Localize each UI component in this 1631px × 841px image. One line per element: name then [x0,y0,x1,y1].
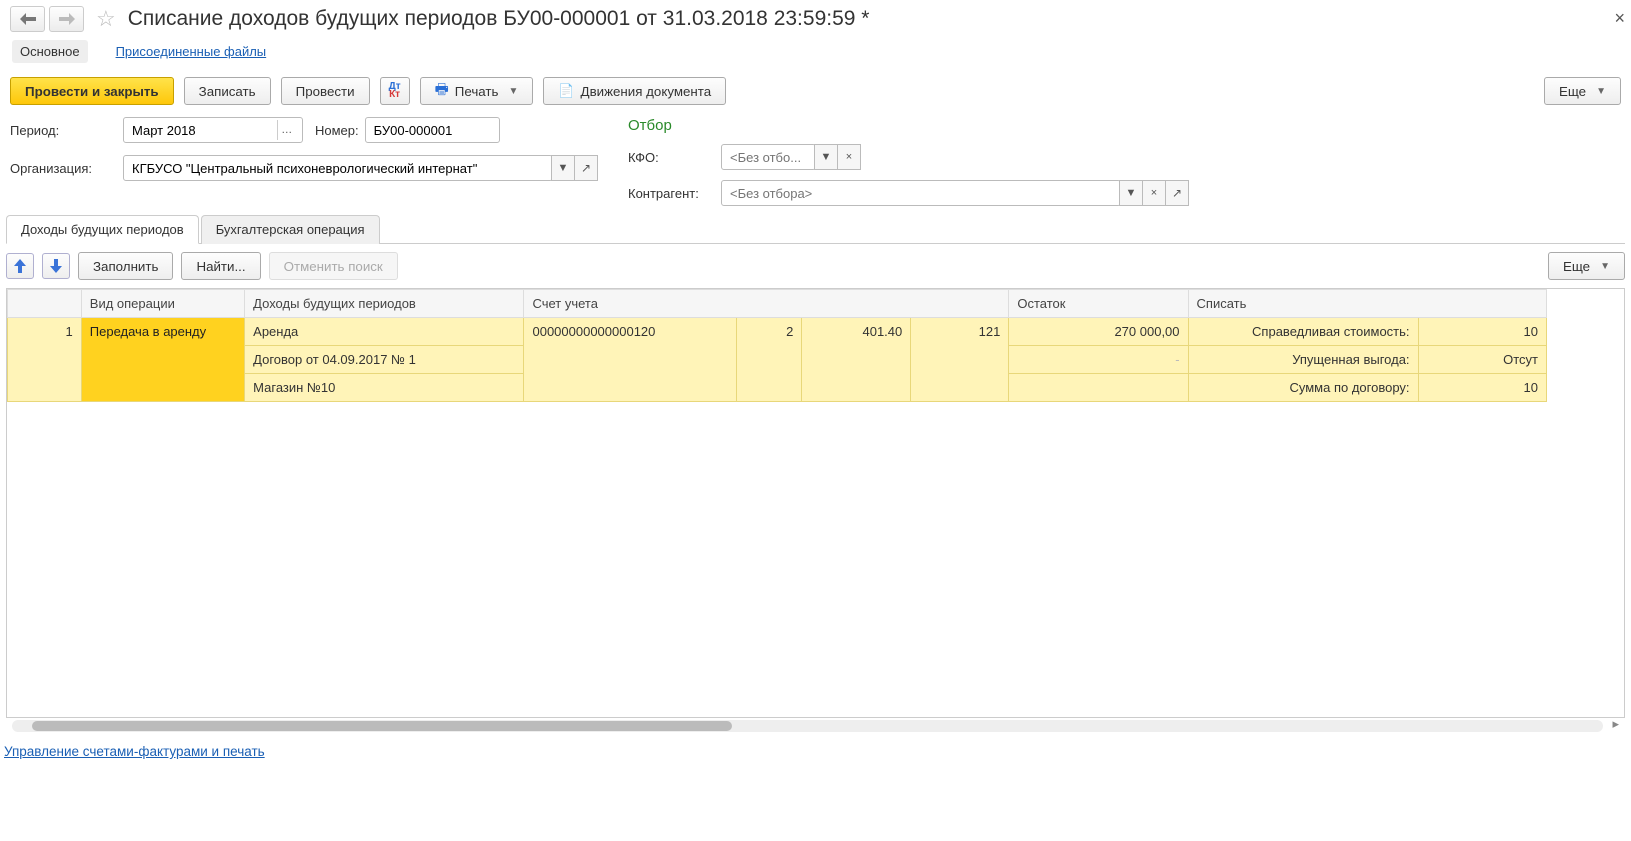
move-up-button[interactable] [6,253,34,279]
kfo-input[interactable] [728,149,809,166]
open-icon: ↗ [581,161,591,175]
tab-main[interactable]: Основное [12,40,88,63]
chevron-down-icon: ▼ [1596,86,1606,97]
counterparty-label: Контрагент: [628,186,713,201]
cell-writeoff-label1: Справедливая стоимость: [1188,318,1418,346]
table-more-button[interactable]: Еще ▼ [1548,252,1625,280]
move-down-button[interactable] [42,253,70,279]
organization-label: Организация: [10,161,115,176]
nav-forward-button[interactable] [49,6,84,32]
cancel-find-button: Отменить поиск [269,252,398,280]
counterparty-open-button[interactable]: ↗ [1165,180,1189,206]
print-label: Печать [455,84,499,99]
find-button[interactable]: Найти... [181,252,260,280]
open-icon: ↗ [1172,186,1182,200]
save-button[interactable]: Записать [184,77,271,105]
dt-kt-icon: ДтКт [389,83,401,99]
arrow-down-icon [50,259,62,273]
chevron-down-icon: ▼ [1600,261,1610,272]
cell-writeoff-val3: 10 [1418,374,1546,402]
col-account[interactable]: Счет учета [524,290,1009,318]
counterparty-input[interactable] [728,185,1114,202]
cell-account-c4: 121 [911,318,1009,402]
scroll-right-icon[interactable]: ▸ [1612,716,1619,732]
document-icon: 📄 [558,83,574,99]
period-input[interactable] [130,122,277,139]
cell-balance3 [1009,374,1188,402]
printer-icon: 🖶 [435,79,449,104]
col-deferred-income[interactable]: Доходы будущих периодов [245,290,524,318]
arrow-right-icon [59,13,75,25]
favorite-star-icon[interactable]: ☆ [96,6,116,32]
document-moves-label: Движения документа [581,84,712,99]
tab-attached-files[interactable]: Присоединенные файлы [108,40,275,63]
horizontal-scrollbar[interactable] [12,720,1603,732]
cell-account-full: 00000000000000120 [524,318,736,402]
counterparty-dropdown-button[interactable]: ▼ [1119,180,1143,206]
col-number[interactable] [8,290,82,318]
number-label: Номер: [315,123,359,138]
scrollbar-thumb[interactable] [32,721,732,731]
col-writeoff[interactable]: Списать [1188,290,1546,318]
cell-balance2: - [1009,346,1188,374]
tab-accounting-operation[interactable]: Бухгалтерская операция [201,215,380,244]
arrow-left-icon [20,13,36,25]
cell-row-number: 1 [8,318,82,402]
nav-back-button[interactable] [10,6,45,32]
document-moves-button[interactable]: 📄 Движения документа [543,77,726,105]
post-button[interactable]: Провести [281,77,370,105]
data-table[interactable]: Вид операции Доходы будущих периодов Сче… [6,288,1625,718]
more-button[interactable]: Еще ▼ [1544,77,1621,105]
dt-kt-button[interactable]: ДтКт [380,77,410,105]
arrow-up-icon [14,259,26,273]
cell-writeoff-val1: 10 [1418,318,1546,346]
cell-writeoff-label2: Упущенная выгода: [1188,346,1418,374]
cell-account-c2: 2 [736,318,801,402]
cell-writeoff-val2: Отсут [1418,346,1546,374]
cell-operation-type: Передача в аренду [81,318,244,402]
cell-writeoff-label3: Сумма по договору: [1188,374,1418,402]
organization-dropdown-button[interactable]: ▼ [551,155,575,181]
table-row[interactable]: 1 Передача в аренду Аренда 0000000000000… [8,318,1547,346]
cell-account-c3: 401.40 [802,318,911,402]
counterparty-clear-button[interactable]: × [1142,180,1166,206]
tab-deferred-income[interactable]: Доходы будущих периодов [6,215,199,244]
chevron-down-icon: ▼ [508,86,518,97]
col-balance[interactable]: Остаток [1009,290,1188,318]
col-operation-type[interactable]: Вид операции [81,290,244,318]
period-label: Период: [10,123,115,138]
filter-header: Отбор [628,117,1189,134]
post-and-close-button[interactable]: Провести и закрыть [10,77,174,105]
invoices-management-link[interactable]: Управление счетами-фактурами и печать [0,734,1631,763]
table-more-label: Еще [1563,259,1590,274]
cell-dbp-line1: Аренда [245,318,524,346]
close-icon[interactable]: × [1614,8,1625,29]
kfo-dropdown-button[interactable]: ▼ [814,144,838,170]
cell-dbp-line3: Магазин №10 [245,374,524,402]
organization-input[interactable] [130,160,546,177]
page-title: Списание доходов будущих периодов БУ00-0… [128,7,870,31]
fill-button[interactable]: Заполнить [78,252,173,280]
organization-open-button[interactable]: ↗ [574,155,598,181]
more-label: Еще [1559,84,1586,99]
cell-dbp-line2: Договор от 04.09.2017 № 1 [245,346,524,374]
cell-balance: 270 000,00 [1009,318,1188,346]
period-select-button[interactable]: … [277,120,296,140]
print-button[interactable]: 🖶 Печать ▼ [420,77,534,105]
kfo-clear-button[interactable]: × [837,144,861,170]
kfo-label: КФО: [628,150,713,165]
number-input[interactable] [372,122,493,139]
